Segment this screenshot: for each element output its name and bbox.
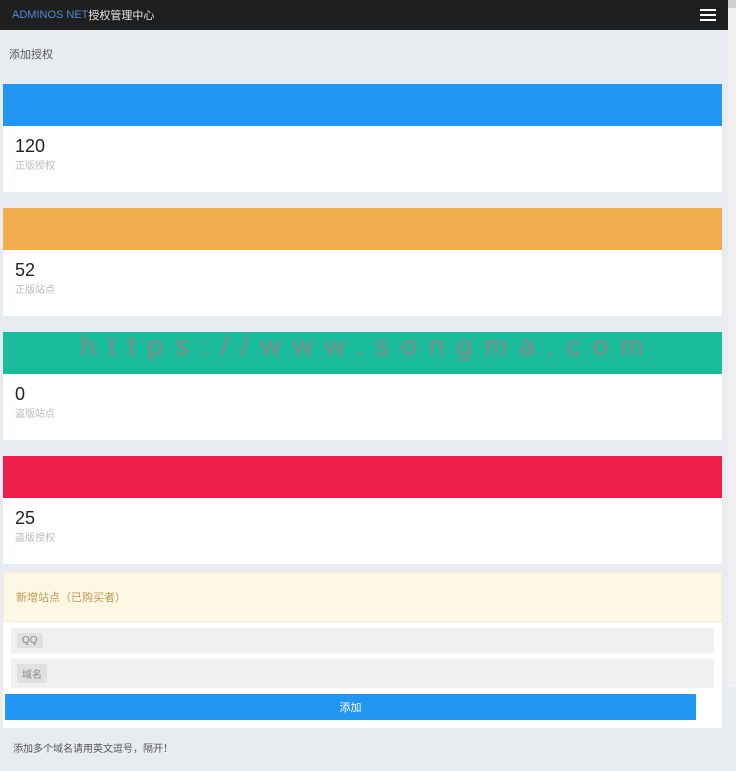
card-header-teal xyxy=(3,332,722,374)
stat-label: 正版站点 xyxy=(15,281,710,296)
scroll-up-arrow[interactable] xyxy=(728,0,736,8)
brand-subtitle: 授权管理中心 xyxy=(88,7,154,23)
form-title: 新增站点（已购买者） xyxy=(3,572,722,622)
card-body: 52 正版站点 xyxy=(3,250,722,316)
add-button[interactable]: 添加 xyxy=(5,694,696,720)
brand-name: ADMINOS NET xyxy=(12,9,88,21)
add-site-form: 新增站点（已购买者） QQ 域名 添加 xyxy=(3,572,722,728)
stat-label: 盗版授权 xyxy=(15,529,710,544)
stat-value: 25 xyxy=(15,508,710,529)
card-body: 120 正版授权 xyxy=(3,126,722,192)
domain-input-row[interactable]: 域名 xyxy=(11,659,714,688)
hamburger-menu-icon[interactable] xyxy=(700,9,716,21)
card-header-red xyxy=(3,456,722,498)
stat-value: 0 xyxy=(15,384,710,405)
stat-value: 120 xyxy=(15,136,710,157)
qq-input-label: QQ xyxy=(17,633,43,648)
form-note: 添加多个域名请用英文逗号，隔开！ xyxy=(3,728,728,761)
card-body: 25 盗版授权 xyxy=(3,498,722,564)
card-body: 0 盗版站点 xyxy=(3,374,722,440)
header-left: ADMINOS NET 授权管理中心 xyxy=(12,7,154,23)
stat-card-sites: 52 正版站点 xyxy=(3,208,722,316)
stat-value: 52 xyxy=(15,260,710,281)
stat-card-authorized: 120 正版授权 xyxy=(3,84,722,192)
stat-label: 正版授权 xyxy=(15,157,710,172)
domain-input-label: 域名 xyxy=(17,664,47,683)
main-content: 添加授权 120 正版授权 52 正版站点 0 盗版站点 25 盗版授权 新增站… xyxy=(0,30,728,771)
qq-input-row[interactable]: QQ xyxy=(11,628,714,653)
stat-card-pirate-sites: 0 盗版站点 xyxy=(3,332,722,440)
stat-label: 盗版站点 xyxy=(15,405,710,420)
stat-card-pirate-auth: 25 盗版授权 xyxy=(3,456,722,564)
card-header-blue xyxy=(3,84,722,126)
page-title: 添加授权 xyxy=(3,40,728,68)
vertical-scrollbar[interactable] xyxy=(728,0,736,687)
card-header-orange xyxy=(3,208,722,250)
top-header: ADMINOS NET 授权管理中心 xyxy=(0,0,728,30)
